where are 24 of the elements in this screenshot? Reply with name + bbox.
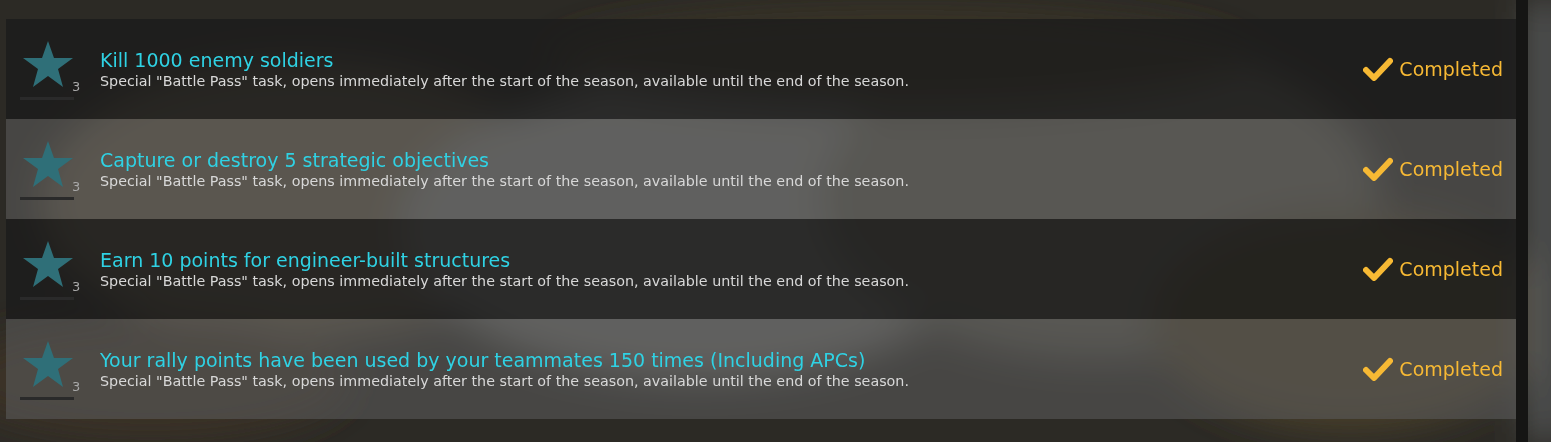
check-icon — [1363, 257, 1394, 281]
task-title: Kill 1000 enemy soldiers — [100, 48, 335, 72]
task-description: Special "Battle Pass" task, opens immediately after the start of the season, available until the end of the season. — [100, 372, 910, 390]
status-label: Completed — [1399, 156, 1503, 182]
status-label: Completed — [1399, 56, 1503, 82]
star-icon — [23, 141, 73, 187]
task-description: Special "Battle Pass" task, opens immediately after the start of the season, available until the end of the season. — [100, 272, 910, 290]
status-label: Completed — [1399, 356, 1503, 382]
star-icon — [23, 341, 73, 387]
task-description: Special "Battle Pass" task, opens immediately after the start of the season, available until the end of the season. — [100, 72, 910, 90]
check-icon — [1363, 57, 1394, 81]
reward-count: 3 — [72, 178, 81, 196]
task-title: Your rally points have been used by your teammates 150 times (Including APCs) — [100, 348, 867, 372]
star-icon — [23, 241, 73, 287]
task-title: Capture or destroy 5 strategic objectives — [100, 148, 491, 172]
reward-count: 3 — [72, 378, 81, 396]
task-title: Earn 10 points for engineer-built structures — [100, 248, 512, 272]
reward-count: 3 — [72, 278, 81, 296]
task-description: Special "Battle Pass" task, opens immediately after the start of the season, available until the end of the season. — [100, 172, 910, 190]
star-icon — [23, 41, 73, 87]
reward-count: 3 — [72, 78, 81, 96]
status-label: Completed — [1399, 256, 1503, 282]
check-icon — [1363, 357, 1394, 381]
check-icon — [1363, 157, 1394, 181]
